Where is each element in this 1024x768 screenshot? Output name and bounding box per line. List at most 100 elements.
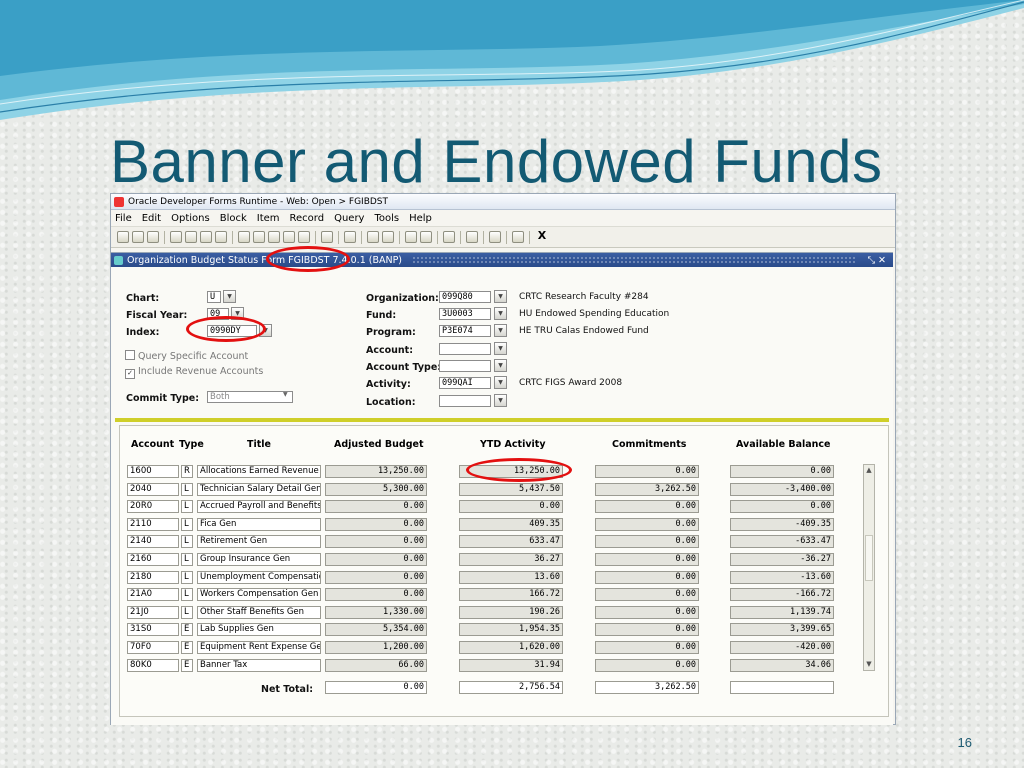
table-row[interactable]: 1600 R Allocations Earned Revenue 13,250.00… bbox=[127, 465, 847, 478]
back-icon[interactable] bbox=[443, 231, 455, 243]
next-record-icon[interactable] bbox=[215, 231, 227, 243]
account-type-field[interactable] bbox=[439, 360, 491, 372]
cell-commitments[interactable]: 0.00 bbox=[595, 570, 699, 584]
cell-type[interactable]: L bbox=[181, 553, 193, 566]
cell-adjusted-budget[interactable]: 1,330.00 bbox=[325, 605, 427, 619]
cell-account[interactable]: 31S0 bbox=[127, 623, 179, 637]
cell-commitments[interactable]: 0.00 bbox=[595, 465, 699, 478]
cell-ytd-activity[interactable]: 633.47 bbox=[459, 535, 563, 549]
cell-commitments[interactable]: 0.00 bbox=[595, 641, 699, 654]
next-block-icon[interactable] bbox=[185, 231, 197, 243]
cell-ytd-activity[interactable]: 36.27 bbox=[459, 553, 563, 566]
account-lov-button[interactable]: ▼ bbox=[494, 342, 507, 355]
print-icon[interactable] bbox=[147, 231, 159, 243]
cell-ytd-activity[interactable]: 166.72 bbox=[459, 588, 563, 602]
rollback-icon[interactable] bbox=[132, 231, 144, 243]
scroll-thumb[interactable] bbox=[865, 535, 873, 581]
list-of-values-icon[interactable] bbox=[344, 231, 356, 243]
table-row[interactable]: 31S0 E Lab Supplies Gen 5,354.00 1,954.35 0.0… bbox=[127, 623, 847, 637]
index-lov-button[interactable]: ▼ bbox=[259, 324, 272, 337]
cell-account[interactable]: 2160 bbox=[127, 553, 179, 566]
insert-record-icon[interactable] bbox=[268, 231, 280, 243]
cell-ytd-activity[interactable]: 13,250.00 bbox=[459, 465, 563, 478]
cell-adjusted-budget[interactable]: 0.00 bbox=[325, 535, 427, 549]
cell-commitments[interactable]: 0.00 bbox=[595, 553, 699, 566]
organization-lov-button[interactable]: ▼ bbox=[494, 290, 507, 303]
save-icon[interactable] bbox=[117, 231, 129, 243]
cell-ytd-activity[interactable]: 0.00 bbox=[459, 500, 563, 514]
cell-adjusted-budget[interactable]: 0.00 bbox=[325, 588, 427, 602]
cell-account[interactable]: 70F0 bbox=[127, 641, 179, 654]
cell-type[interactable]: L bbox=[181, 482, 193, 496]
menu-item[interactable]: Item bbox=[257, 213, 280, 224]
cell-account[interactable]: 2180 bbox=[127, 570, 179, 584]
table-row[interactable]: 2180 L Unemployment Compensation 0.00 13.60 0… bbox=[127, 570, 847, 584]
cell-type[interactable]: L bbox=[181, 588, 193, 602]
attachment-icon[interactable] bbox=[382, 231, 394, 243]
cell-type[interactable]: E bbox=[181, 623, 193, 637]
cell-title[interactable]: Retirement Gen bbox=[197, 535, 321, 549]
cell-ytd-activity[interactable]: 409.35 bbox=[459, 517, 563, 531]
cell-account[interactable]: 2110 bbox=[127, 517, 179, 531]
duplicate-icon[interactable] bbox=[321, 231, 333, 243]
cell-commitments[interactable]: 0.00 bbox=[595, 658, 699, 672]
include-revenue-accounts-checkbox[interactable]: ✓ Include Revenue Accounts bbox=[125, 366, 263, 379]
cell-adjusted-budget[interactable]: 66.00 bbox=[325, 658, 427, 672]
cell-adjusted-budget[interactable]: 5,354.00 bbox=[325, 623, 427, 637]
block-menu-icon[interactable] bbox=[420, 231, 432, 243]
table-row[interactable]: 21J0 L Other Staff Benefits Gen 1,330.00 190… bbox=[127, 605, 847, 619]
cell-available-balance[interactable]: -3,400.00 bbox=[730, 482, 834, 496]
scroll-down-icon[interactable]: ▼ bbox=[864, 659, 874, 670]
program-lov-button[interactable]: ▼ bbox=[494, 324, 507, 337]
index-field[interactable]: 0990DY bbox=[207, 325, 257, 337]
fiscal-year-field[interactable]: 09 bbox=[207, 308, 229, 320]
organization-field[interactable]: 099Q80 bbox=[439, 291, 491, 303]
table-row[interactable]: 2160 L Group Insurance Gen 0.00 36.27 0.00 -36… bbox=[127, 553, 847, 566]
location-lov-button[interactable]: ▼ bbox=[494, 394, 507, 407]
chart-lov-button[interactable]: ▼ bbox=[223, 290, 236, 303]
cell-ytd-activity[interactable]: 190.26 bbox=[459, 605, 563, 619]
network-icon[interactable] bbox=[466, 231, 478, 243]
cell-title[interactable]: Accrued Payroll and Benefits bbox=[197, 500, 321, 514]
enter-query-icon[interactable] bbox=[238, 231, 250, 243]
cell-account[interactable]: 2040 bbox=[127, 482, 179, 496]
table-row[interactable]: 20R0 L Accrued Payroll and Benefits 0.00 0.0… bbox=[127, 500, 847, 514]
cell-commitments[interactable]: 0.00 bbox=[595, 500, 699, 514]
menu-record[interactable]: Record bbox=[290, 213, 325, 224]
menu-block[interactable]: Block bbox=[220, 213, 247, 224]
menu-file[interactable]: File bbox=[115, 213, 132, 224]
cell-type[interactable]: R bbox=[181, 465, 193, 478]
cell-title[interactable]: Allocations Earned Revenue bbox=[197, 465, 321, 478]
cell-commitments[interactable]: 0.00 bbox=[595, 588, 699, 602]
execute-query-icon[interactable] bbox=[253, 231, 265, 243]
activity-lov-button[interactable]: ▼ bbox=[494, 376, 507, 389]
rows-scrollbar[interactable]: ▲ ▼ bbox=[863, 464, 875, 671]
cell-available-balance[interactable]: -13.60 bbox=[730, 570, 834, 584]
clear-record-icon[interactable] bbox=[298, 231, 310, 243]
cell-commitments[interactable]: 0.00 bbox=[595, 517, 699, 531]
cell-adjusted-budget[interactable]: 5,300.00 bbox=[325, 482, 427, 496]
table-row[interactable]: 2140 L Retirement Gen 0.00 633.47 0.00 -633.47 bbox=[127, 535, 847, 549]
account-type-lov-button[interactable]: ▼ bbox=[494, 359, 507, 372]
account-field[interactable] bbox=[439, 343, 491, 355]
cell-account[interactable]: 20R0 bbox=[127, 500, 179, 514]
cell-type[interactable]: E bbox=[181, 641, 193, 654]
cell-available-balance[interactable]: -420.00 bbox=[730, 641, 834, 654]
commit-type-select[interactable]: Both bbox=[207, 391, 293, 403]
cell-account[interactable]: 21J0 bbox=[127, 605, 179, 619]
fund-lov-button[interactable]: ▼ bbox=[494, 307, 507, 320]
cell-available-balance[interactable]: -36.27 bbox=[730, 553, 834, 566]
cell-adjusted-budget[interactable]: 0.00 bbox=[325, 517, 427, 531]
activity-field[interactable]: 099QAI bbox=[439, 377, 491, 389]
cell-title[interactable]: Fica Gen bbox=[197, 517, 321, 531]
cell-available-balance[interactable]: 0.00 bbox=[730, 465, 834, 478]
location-field[interactable] bbox=[439, 395, 491, 407]
cell-available-balance[interactable]: -166.72 bbox=[730, 588, 834, 602]
chart-field[interactable]: U bbox=[207, 291, 221, 303]
cell-available-balance[interactable]: 0.00 bbox=[730, 500, 834, 514]
menu-help[interactable]: Help bbox=[409, 213, 432, 224]
cell-ytd-activity[interactable]: 5,437.50 bbox=[459, 482, 563, 496]
cell-title[interactable]: Other Staff Benefits Gen bbox=[197, 605, 321, 619]
exit-button[interactable]: X bbox=[535, 230, 549, 243]
cell-type[interactable]: L bbox=[181, 605, 193, 619]
